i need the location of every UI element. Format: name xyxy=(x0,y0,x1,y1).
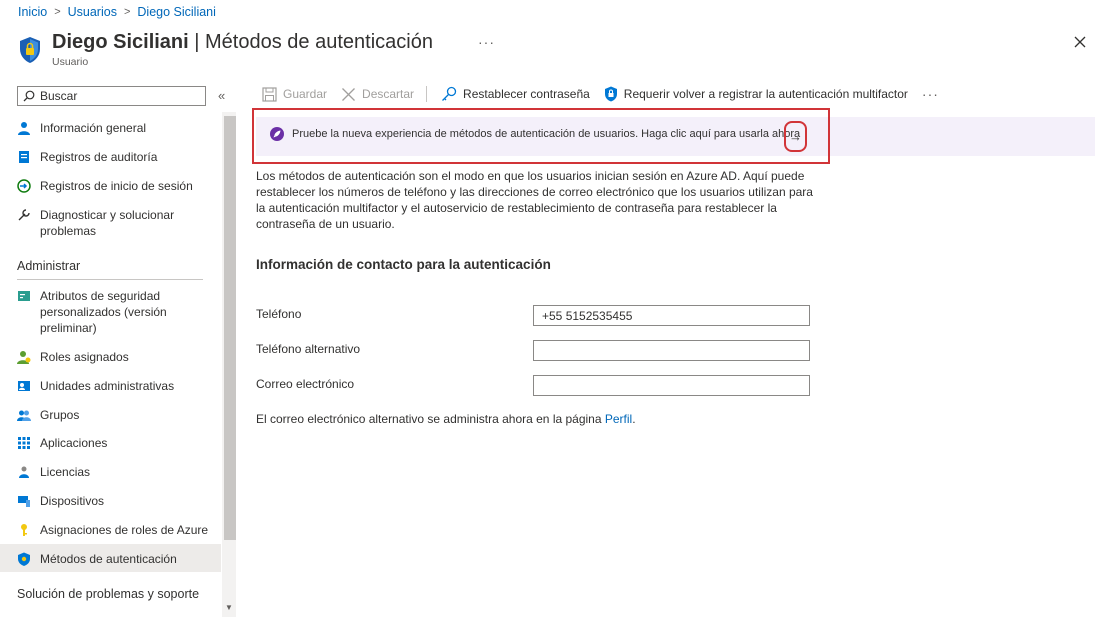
discard-icon xyxy=(342,87,355,101)
breadcrumb: Inicio > Usuarios > Diego Siciliani xyxy=(18,5,216,19)
page-subtitle: Usuario xyxy=(52,56,89,68)
sidebar-item-licenses[interactable]: Licencias xyxy=(0,464,221,480)
command-bar: Guardar Descartar Restablecer contraseña… xyxy=(262,86,939,102)
close-icon[interactable] xyxy=(1071,33,1089,51)
alt-phone-input[interactable] xyxy=(533,340,810,361)
audit-log-icon xyxy=(19,151,29,163)
alt-phone-label: Teléfono alternativo xyxy=(256,342,361,356)
breadcrumb-home[interactable]: Inicio xyxy=(18,5,47,19)
section-support: Solución de problemas y soporte xyxy=(17,587,200,601)
banner-message[interactable]: Pruebe la nueva experiencia de métodos d… xyxy=(270,127,800,141)
more-commands-icon[interactable]: ··· xyxy=(922,86,939,102)
sidebar: « Información general Registros de audit… xyxy=(0,82,238,617)
email-label: Correo electrónico xyxy=(256,377,355,391)
phone-input[interactable] xyxy=(533,305,810,326)
discard-button[interactable]: Descartar xyxy=(341,87,414,102)
sidebar-item-auth-methods[interactable]: Métodos de autenticación xyxy=(0,544,221,572)
chevron-right-icon: > xyxy=(123,6,131,18)
breadcrumb-users[interactable]: Usuarios xyxy=(68,5,117,19)
description-text: Los métodos de autenticación son el modo… xyxy=(256,169,813,231)
sidebar-item-azure-roles[interactable]: Asignaciones de roles de Azure xyxy=(0,522,221,538)
save-icon xyxy=(262,86,277,102)
sidebar-item-security-attributes[interactable]: Atributos de seguridad personalizados (v… xyxy=(0,288,221,336)
sidebar-item-devices[interactable]: Dispositivos xyxy=(0,493,221,509)
email-input[interactable] xyxy=(533,375,810,396)
key-icon xyxy=(442,86,457,101)
sidebar-item-overview[interactable]: Información general xyxy=(0,120,221,136)
shield-lock-icon xyxy=(20,37,40,63)
licenses-icon xyxy=(19,466,29,478)
chevron-right-icon: > xyxy=(54,6,61,18)
search-icon xyxy=(23,90,35,102)
apps-grid-icon xyxy=(18,437,30,449)
alt-email-note: El correo electrónico alternativo se adm… xyxy=(256,412,636,426)
breadcrumb-user[interactable]: Diego Siciliani xyxy=(137,5,216,19)
sidebar-item-assigned-roles[interactable]: Roles asignados xyxy=(0,349,221,365)
sidebar-item-diagnose[interactable]: Diagnosticar y solucionar problemas xyxy=(0,207,221,239)
roles-icon xyxy=(17,351,31,364)
save-button[interactable]: Guardar xyxy=(262,86,327,102)
devices-icon xyxy=(18,496,30,507)
toolbar-divider xyxy=(426,86,428,102)
more-options-icon[interactable]: ··· xyxy=(478,34,495,50)
groups-icon xyxy=(17,410,31,421)
sidebar-item-sign-in-logs[interactable]: Registros de inicio de sesión xyxy=(0,178,221,194)
banner-arrow-button[interactable]: → xyxy=(784,121,807,152)
page-header: Diego Siciliani | Métodos de autenticaci… xyxy=(18,30,433,68)
sidebar-item-applications[interactable]: Aplicaciones xyxy=(0,435,221,451)
collapse-sidebar-icon[interactable]: « xyxy=(218,88,225,103)
sidebar-item-admin-units[interactable]: Unidades administrativas xyxy=(0,378,221,394)
phone-label: Teléfono xyxy=(256,307,302,321)
contact-section-title: Información de contacto para la autentic… xyxy=(256,257,551,272)
user-info-icon xyxy=(18,122,30,135)
sidebar-item-audit-logs[interactable]: Registros de auditoría xyxy=(0,149,221,165)
profile-link[interactable]: Perfil xyxy=(605,412,632,426)
admin-units-icon xyxy=(18,381,30,391)
attributes-icon xyxy=(18,291,30,301)
wrench-icon xyxy=(18,209,30,221)
key-icon xyxy=(21,524,27,536)
section-divider xyxy=(17,279,203,280)
page-title: Diego Siciliani | Métodos de autenticaci… xyxy=(52,31,433,53)
require-mfa-button[interactable]: Requerir volver a registrar la autentica… xyxy=(604,86,908,102)
sign-in-icon xyxy=(17,179,31,193)
shield-icon xyxy=(18,552,30,566)
search-box[interactable] xyxy=(17,86,206,106)
scrollbar-thumb[interactable] xyxy=(224,116,236,540)
reset-password-button[interactable]: Restablecer contraseña xyxy=(441,86,590,102)
sidebar-item-groups[interactable]: Grupos xyxy=(0,407,221,423)
shield-lock-icon xyxy=(604,86,617,102)
scroll-down-icon[interactable]: ▼ xyxy=(225,603,233,612)
search-input[interactable] xyxy=(40,89,200,103)
rocket-icon xyxy=(270,127,284,141)
section-manage: Administrar xyxy=(17,259,81,273)
